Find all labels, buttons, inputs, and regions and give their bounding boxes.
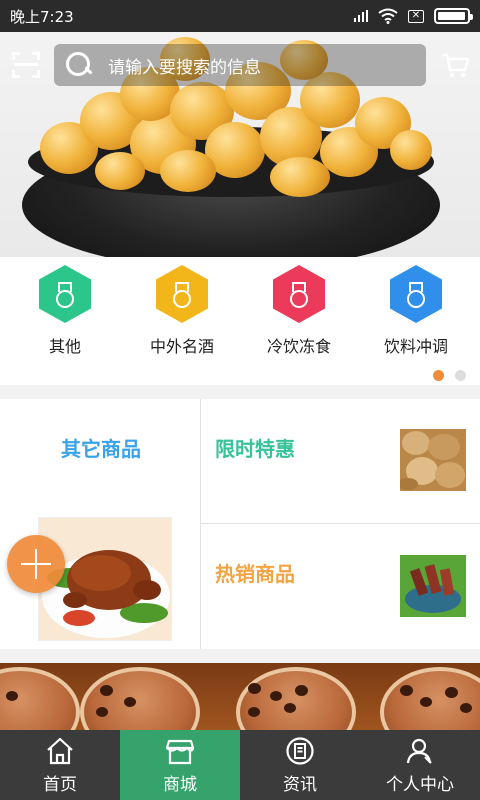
tab-label: 个人中心 <box>386 774 454 795</box>
tab-home[interactable]: 首页 <box>0 730 120 800</box>
promo-title-other: 其它商品 <box>61 437 141 461</box>
promo-other-goods[interactable]: 其它商品 <box>0 399 200 649</box>
category-label: 中外名酒 <box>149 337 214 356</box>
category-item-drinks[interactable]: 饮料冲调 <box>356 265 476 357</box>
cart-icon[interactable] <box>440 50 470 80</box>
news-icon <box>286 736 314 765</box>
category-icon-bg <box>39 265 91 323</box>
medal-icon <box>55 282 75 308</box>
category-icon-bg <box>273 265 325 323</box>
promo-section: 其它商品 限时特惠 热销商品 <box>0 399 480 649</box>
search-placeholder: 请输入要搜索的信息 <box>108 57 261 78</box>
user-icon <box>406 738 432 764</box>
category-label: 冷饮冻食 <box>266 337 331 356</box>
sim-icon: ✕ <box>408 9 424 23</box>
promo-title-limited: 限时特惠 <box>215 437 295 461</box>
signal-icon <box>354 10 368 22</box>
medal-icon <box>289 282 309 308</box>
app-screen: 晚上7:23 ✕ 请输入要搜索的信息 其他 中外名酒 冷饮冻食 饮料冲调 其它商… <box>0 0 480 800</box>
chocolate-image <box>400 555 466 617</box>
tab-label: 商城 <box>163 774 197 795</box>
search-icon <box>66 52 92 78</box>
status-time: 晚上7:23 <box>10 7 74 26</box>
category-grid: 其他 中外名酒 冷饮冻食 饮料冲调 <box>0 257 480 385</box>
category-label: 其他 <box>48 337 81 356</box>
status-bar: 晚上7:23 ✕ <box>0 0 480 32</box>
category-item-liquor[interactable]: 中外名酒 <box>122 265 242 357</box>
dessert-banner[interactable] <box>0 663 480 730</box>
category-item-other[interactable]: 其他 <box>5 265 125 357</box>
category-label: 饮料冲调 <box>383 337 448 356</box>
promo-title-hot: 热销商品 <box>215 562 295 586</box>
medal-icon <box>406 282 426 308</box>
tab-label: 资讯 <box>283 774 317 795</box>
scan-icon[interactable] <box>12 52 40 78</box>
search-bar[interactable]: 请输入要搜索的信息 <box>54 44 426 86</box>
battery-icon <box>434 8 473 24</box>
tab-label: 首页 <box>43 774 77 795</box>
bottom-tab-bar: 首页 商城 资讯 个人中心 <box>0 730 480 800</box>
home-icon <box>47 737 73 764</box>
wifi-icon <box>378 8 398 24</box>
pager-dot-active[interactable] <box>433 370 444 381</box>
walnut-image <box>400 429 466 491</box>
category-item-frozen[interactable]: 冷饮冻食 <box>239 265 359 357</box>
tab-news[interactable]: 资讯 <box>240 730 360 800</box>
tab-store[interactable]: 商城 <box>120 730 240 800</box>
store-icon <box>165 739 195 764</box>
status-icons: ✕ <box>354 8 473 24</box>
tab-profile[interactable]: 个人中心 <box>360 730 480 800</box>
plus-icon[interactable] <box>7 535 65 593</box>
battery-level <box>438 12 465 20</box>
hero-banner[interactable]: 请输入要搜索的信息 <box>0 32 480 257</box>
medal-icon <box>172 282 192 308</box>
category-icon-bg <box>390 265 442 323</box>
category-icon-bg <box>156 265 208 323</box>
pager-dot[interactable] <box>455 370 466 381</box>
